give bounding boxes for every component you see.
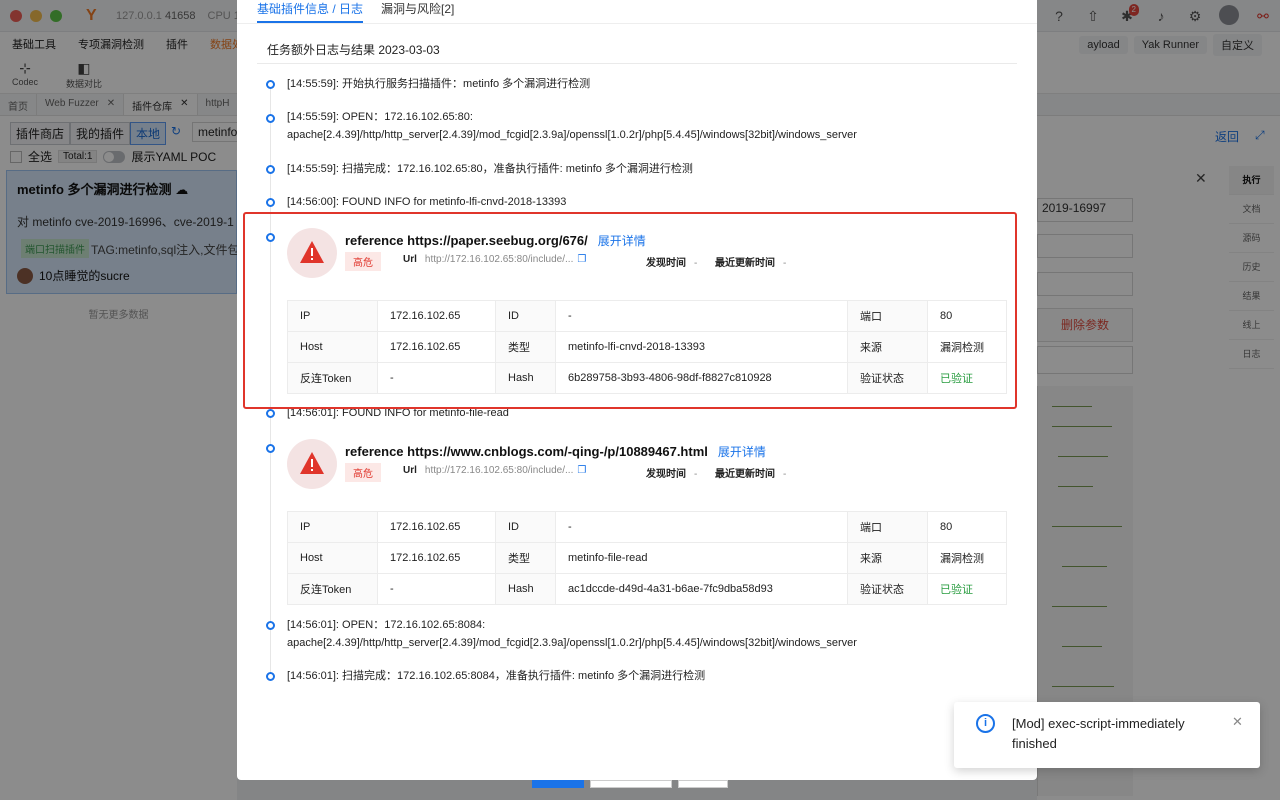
log-header: 任务额外日志与结果 2023-03-03 (267, 43, 440, 57)
log-entry: [14:56:01]: OPEN：172.16.102.65:8084: apa… (287, 619, 857, 649)
log-entry: [14:56:00]: FOUND INFO for metinfo-lfi-c… (287, 196, 567, 208)
table-row: 反连Token - Hash ac1dccde-d49d-4a31-b6ae-7… (287, 573, 1007, 605)
risk-updated-time: 最近更新时间 - (715, 469, 787, 480)
info-icon: i (976, 714, 995, 733)
table-row: Host 172.16.102.65 类型 metinfo-file-read … (287, 542, 1007, 574)
severity-badge: 高危 (345, 463, 381, 482)
highlight-box (243, 212, 1017, 409)
notification-toast: i [Mod] exec-script-immediately finished… (954, 702, 1260, 768)
risk-found-time: 发现时间 - (646, 469, 698, 480)
tab-vuln-risk[interactable]: 漏洞与风险[2] (381, 0, 454, 17)
confirm-button[interactable] (532, 780, 584, 788)
modal-tabs: 基础插件信息 / 日志 漏洞与风险[2] (237, 0, 1037, 24)
log-entry: [14:55:59]: OPEN：172.16.102.65:80: apach… (287, 111, 857, 141)
timeline-dot (266, 444, 275, 453)
timeline-dot (266, 621, 275, 630)
timeline-dot (266, 114, 275, 123)
table-row: IP 172.16.102.65 ID - 端口 80 (287, 511, 1007, 543)
copy-icon[interactable]: ❐ (577, 465, 586, 476)
verified-status: 已验证 (927, 573, 1007, 605)
timeline-dot (266, 80, 275, 89)
expand-details-link[interactable]: 展开详情 (718, 445, 766, 459)
log-entry: [14:55:59]: 开始执行服务扫描插件：metinfo 多个漏洞进行检测 (287, 78, 591, 90)
close-icon[interactable]: ✕ (1232, 714, 1243, 730)
timeline-dot (266, 672, 275, 681)
secondary-button[interactable] (678, 780, 728, 788)
timeline-dot (266, 409, 275, 418)
cancel-button[interactable] (590, 780, 672, 788)
risk-title: reference https://www.cnblogs.com/-qing-… (345, 444, 766, 459)
risk-url: Url http://172.16.102.65:80/include/... ❐ (403, 465, 587, 476)
log-entry: [14:56:01]: 扫描完成：172.16.102.65:8084，准备执行… (287, 670, 706, 682)
risk-detail-table: IP 172.16.102.65 ID - 端口 80 Host 172.16.… (287, 511, 1007, 605)
timeline-dot (266, 198, 275, 207)
warning-icon (287, 439, 337, 489)
tab-plugin-info-log[interactable]: 基础插件信息 / 日志 (257, 0, 364, 23)
notification-message: [Mod] exec-script-immediately finished (1012, 716, 1185, 751)
timeline-dot (266, 165, 275, 174)
log-entry: [14:55:59]: 扫描完成：172.16.102.65:80，准备执行插件… (287, 163, 693, 175)
